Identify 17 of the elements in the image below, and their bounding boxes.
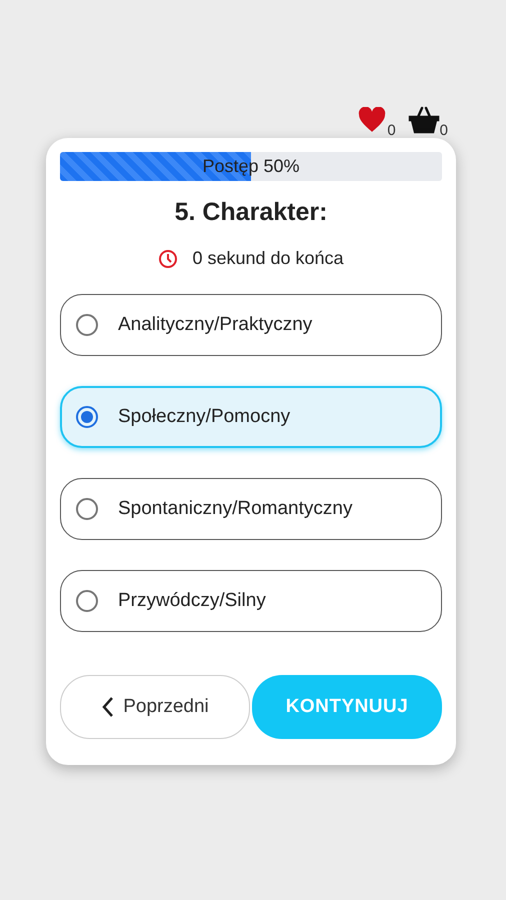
radio-button[interactable] [76, 314, 98, 336]
question-title: 5. Charakter: [174, 197, 328, 227]
basket-count: 0 [440, 123, 448, 138]
heart-icon[interactable] [357, 107, 388, 133]
clock-icon [158, 248, 178, 268]
answer-option[interactable]: Społeczny/Pomocny [60, 386, 442, 448]
chevron-left-icon [101, 696, 116, 718]
previous-button[interactable]: Poprzedni [60, 675, 250, 739]
answer-option[interactable]: Przywódczy/Silny [60, 570, 442, 632]
answer-option[interactable]: Analityczny/Praktyczny [60, 294, 442, 356]
favorites-count: 0 [387, 123, 396, 138]
basket-icon[interactable] [408, 105, 440, 135]
timer-text: 0 sekund do końca [192, 247, 344, 270]
radio-button[interactable] [76, 590, 98, 612]
radio-button[interactable] [76, 498, 98, 520]
answer-option[interactable]: Spontaniczny/Romantyczny [60, 478, 442, 540]
radio-button[interactable] [76, 406, 98, 428]
